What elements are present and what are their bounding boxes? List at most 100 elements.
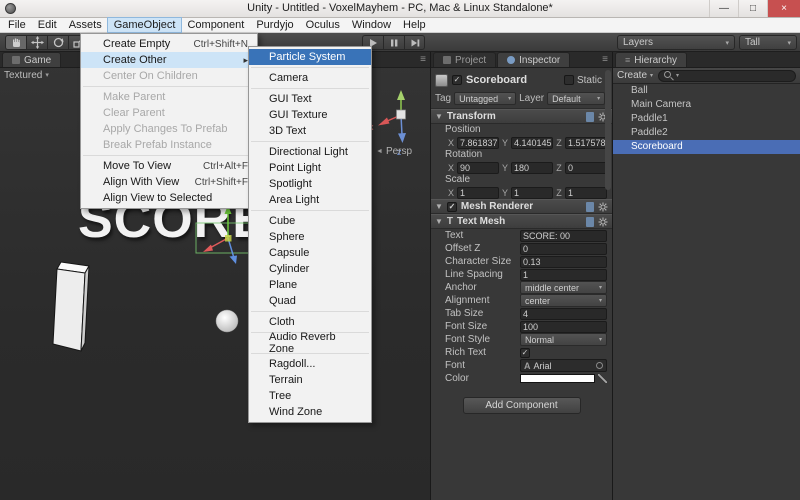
scale-z-field[interactable]: 1 bbox=[565, 187, 607, 199]
help-doc-icon[interactable] bbox=[586, 217, 594, 227]
scale-y-field[interactable]: 1 bbox=[511, 187, 553, 199]
menu-oculus[interactable]: Oculus bbox=[300, 18, 346, 32]
ball-object[interactable] bbox=[216, 310, 238, 332]
submenu-item-tree[interactable]: Tree bbox=[249, 388, 371, 404]
anchor-dropdown[interactable]: middle center ▾ bbox=[520, 281, 607, 294]
menu-item-clear-parent[interactable]: Clear Parent bbox=[81, 105, 257, 121]
rotation-x-field[interactable]: 90 bbox=[457, 162, 499, 174]
perspective-label[interactable]: ◄ Persp bbox=[376, 146, 412, 157]
submenu-item-plane[interactable]: Plane bbox=[249, 277, 371, 293]
gear-icon[interactable] bbox=[598, 217, 608, 227]
menu-assets[interactable]: Assets bbox=[63, 18, 108, 32]
tag-dropdown[interactable]: Untagged ▾ bbox=[454, 92, 516, 105]
hierarchy-search-input[interactable]: ▾ bbox=[658, 70, 796, 82]
line-spacing-field[interactable]: 1 bbox=[520, 269, 607, 281]
layers-dropdown[interactable]: Layers ▾ bbox=[617, 35, 735, 50]
tab-hierarchy[interactable]: ≡ Hierarchy bbox=[615, 52, 687, 67]
minimize-button[interactable]: — bbox=[709, 0, 738, 17]
position-y-field[interactable]: 4.140145 bbox=[511, 137, 553, 149]
scale-x-field[interactable]: 1 bbox=[457, 187, 499, 199]
text-mesh-component-header[interactable]: ▼ T Text Mesh bbox=[431, 214, 612, 229]
menu-item-create-other[interactable]: Create Other ▸ bbox=[81, 52, 257, 68]
move-tool-button[interactable] bbox=[26, 35, 47, 50]
submenu-item-camera[interactable]: Camera bbox=[249, 70, 371, 86]
submenu-item-cloth[interactable]: Cloth bbox=[249, 314, 371, 330]
maximize-button[interactable]: □ bbox=[738, 0, 767, 17]
offset-z-field[interactable]: 0 bbox=[520, 243, 607, 255]
submenu-item-particle-system[interactable]: Particle System bbox=[249, 49, 371, 65]
submenu-item-area-light[interactable]: Area Light bbox=[249, 192, 371, 208]
menu-item-make-parent[interactable]: Make Parent bbox=[81, 89, 257, 105]
submenu-item-spotlight[interactable]: Spotlight bbox=[249, 176, 371, 192]
hierarchy-item-paddle2[interactable]: Paddle2 bbox=[613, 126, 800, 140]
submenu-item-quad[interactable]: Quad bbox=[249, 293, 371, 309]
submenu-item-ragdoll[interactable]: Ragdoll... bbox=[249, 356, 371, 372]
submenu-item-cube[interactable]: Cube bbox=[249, 213, 371, 229]
submenu-item-cylinder[interactable]: Cylinder bbox=[249, 261, 371, 277]
rotation-z-field[interactable]: 0 bbox=[565, 162, 607, 174]
rotate-tool-button[interactable] bbox=[47, 35, 68, 50]
menu-component[interactable]: Component bbox=[181, 18, 250, 32]
menu-item-center-on-children[interactable]: Center On Children bbox=[81, 68, 257, 84]
menu-item-apply-changes-to-prefab[interactable]: Apply Changes To Prefab bbox=[81, 121, 257, 137]
hierarchy-item-scoreboard[interactable]: Scoreboard bbox=[613, 140, 800, 154]
close-button[interactable]: × bbox=[767, 0, 800, 17]
create-dropdown[interactable]: Create ▾ bbox=[617, 70, 653, 81]
position-x-field[interactable]: 7.861837 bbox=[457, 137, 499, 149]
foldout-icon[interactable]: ▼ bbox=[435, 217, 443, 226]
font-object-field[interactable]: A Arial bbox=[520, 359, 607, 372]
menu-item-move-to-view[interactable]: Move To View Ctrl+Alt+F bbox=[81, 158, 257, 174]
layout-dropdown[interactable]: Tall ▾ bbox=[739, 35, 797, 50]
add-component-button[interactable]: Add Component bbox=[463, 397, 581, 414]
text-field[interactable]: SCORE: 00 bbox=[520, 230, 607, 242]
rotation-y-field[interactable]: 180 bbox=[511, 162, 553, 174]
character-size-field[interactable]: 0.13 bbox=[520, 256, 607, 268]
menu-item-align-view-to-selected[interactable]: Align View to Selected bbox=[81, 190, 257, 206]
menu-item-align-with-view[interactable]: Align With View Ctrl+Shift+F bbox=[81, 174, 257, 190]
object-picker-icon[interactable] bbox=[596, 362, 603, 369]
alignment-dropdown[interactable]: center ▾ bbox=[520, 294, 607, 307]
hand-tool-button[interactable] bbox=[5, 35, 26, 50]
submenu-item-sphere[interactable]: Sphere bbox=[249, 229, 371, 245]
submenu-item-gui-texture[interactable]: GUI Texture bbox=[249, 107, 371, 123]
menu-edit[interactable]: Edit bbox=[32, 18, 63, 32]
transform-component-header[interactable]: ▼ Transform bbox=[431, 109, 612, 124]
menu-item-break-prefab-instance[interactable]: Break Prefab Instance bbox=[81, 137, 257, 153]
font-style-dropdown[interactable]: Normal ▾ bbox=[520, 333, 607, 346]
submenu-item-capsule[interactable]: Capsule bbox=[249, 245, 371, 261]
menu-item-create-empty[interactable]: Create Empty Ctrl+Shift+N bbox=[81, 36, 257, 52]
gameobject-name[interactable]: Scoreboard bbox=[466, 74, 527, 86]
submenu-item-wind-zone[interactable]: Wind Zone bbox=[249, 404, 371, 420]
submenu-item-audio-reverb-zone[interactable]: Audio Reverb Zone bbox=[249, 335, 371, 351]
color-swatch[interactable] bbox=[520, 374, 595, 383]
menu-help[interactable]: Help bbox=[397, 18, 432, 32]
menu-gameobject[interactable]: GameObject bbox=[108, 18, 182, 32]
eyedropper-icon[interactable] bbox=[598, 374, 607, 383]
step-button[interactable] bbox=[404, 35, 425, 50]
hierarchy-item-paddle1[interactable]: Paddle1 bbox=[613, 112, 800, 126]
pause-button[interactable] bbox=[383, 35, 404, 50]
submenu-item-3d-text[interactable]: 3D Text bbox=[249, 123, 371, 139]
rich-text-checkbox[interactable]: ✓ bbox=[520, 348, 530, 358]
static-checkbox[interactable] bbox=[564, 75, 574, 85]
submenu-item-directional-light[interactable]: Directional Light bbox=[249, 144, 371, 160]
active-checkbox[interactable]: ✓ bbox=[452, 75, 462, 85]
submenu-item-gui-text[interactable]: GUI Text bbox=[249, 91, 371, 107]
hierarchy-item-ball[interactable]: Ball bbox=[613, 84, 800, 98]
submenu-item-point-light[interactable]: Point Light bbox=[249, 160, 371, 176]
inspector-panel-menu-icon[interactable]: ≡ bbox=[602, 54, 608, 65]
foldout-icon[interactable]: ▼ bbox=[435, 112, 443, 121]
menu-purdyjo[interactable]: Purdyjo bbox=[250, 18, 299, 32]
layer-dropdown[interactable]: Default ▾ bbox=[547, 92, 605, 105]
menu-file[interactable]: File bbox=[2, 18, 32, 32]
tab-project[interactable]: Project bbox=[433, 52, 496, 67]
foldout-icon[interactable]: ▼ bbox=[435, 202, 443, 211]
menu-window[interactable]: Window bbox=[346, 18, 397, 32]
mesh-renderer-enabled-checkbox[interactable]: ✓ bbox=[447, 202, 457, 212]
tab-size-field[interactable]: 4 bbox=[520, 308, 607, 320]
paddle1-object[interactable] bbox=[53, 262, 89, 351]
font-size-field[interactable]: 100 bbox=[520, 321, 607, 333]
tab-inspector[interactable]: Inspector bbox=[497, 52, 570, 67]
inspector-scrollbar[interactable] bbox=[605, 70, 611, 190]
mesh-renderer-component-header[interactable]: ▼ ✓ Mesh Renderer bbox=[431, 199, 612, 214]
